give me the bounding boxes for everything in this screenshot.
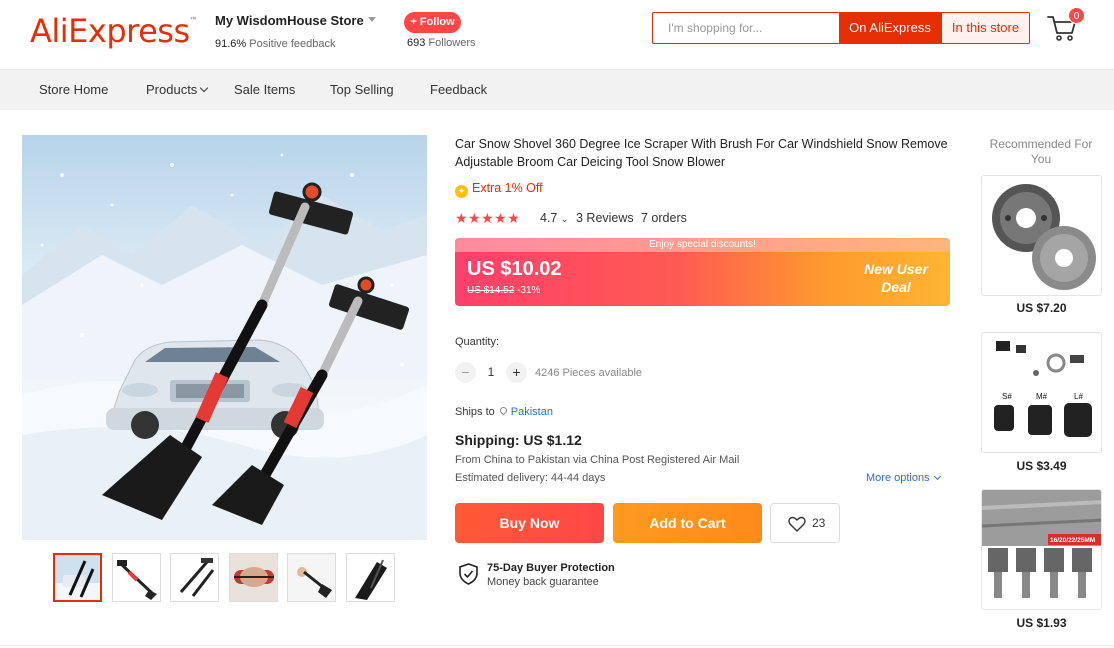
wishlist-count: 23: [812, 516, 826, 530]
size-badge: 16/20/22/25MM: [1050, 537, 1096, 544]
followers-label: Followers: [428, 37, 476, 49]
thumbnail-2[interactable]: [112, 553, 161, 602]
original-price: US $14.52 -31%: [467, 285, 540, 296]
reviews-link[interactable]: 3 Reviews: [576, 211, 634, 225]
search-in-store-button[interactable]: In this store: [941, 12, 1030, 44]
extra-discount-label: Extra 1% Off: [472, 181, 543, 195]
product-photo: [22, 153, 427, 540]
quantity-increase-button[interactable]: +: [506, 362, 527, 383]
store-feedback: 91.6% Positive feedback: [215, 38, 335, 50]
socket-set-icon: S# M# L#: [994, 341, 1092, 437]
search-on-aliexpress-button[interactable]: On AliExpress: [839, 12, 941, 44]
cart-count-badge: 0: [1068, 7, 1085, 24]
nav-products-label: Products: [146, 82, 198, 97]
svg-text:M#: M#: [1036, 392, 1048, 401]
buyer-protection-subtitle: Money back guarantee: [487, 576, 599, 588]
follow-button[interactable]: + Follow: [404, 12, 461, 33]
nav-store-home[interactable]: Store Home: [39, 82, 108, 97]
current-price: US $10.02: [467, 258, 562, 280]
logo-text: AliExpress: [30, 12, 190, 50]
nav-feedback[interactable]: Feedback: [430, 82, 487, 97]
rating-stars: ★★★★★: [455, 210, 521, 226]
thumbnail-image: [230, 554, 277, 601]
followers-count: 693: [407, 37, 426, 49]
available-stock: 4246 Pieces available: [535, 367, 643, 379]
new-user-deal-badge: New User Deal: [856, 260, 936, 296]
more-shipping-options[interactable]: More options: [866, 472, 941, 484]
buyer-protection-title: 75-Day Buyer Protection: [487, 562, 615, 574]
more-options-label: More options: [866, 472, 930, 484]
price-banner: Enjoy special discounts!: [455, 238, 950, 252]
thumbnail-3[interactable]: [170, 553, 219, 602]
quantity-input[interactable]: 1: [484, 365, 498, 379]
recommended-item-1[interactable]: [981, 175, 1102, 296]
location-pin-icon: [498, 405, 509, 416]
thumbnail-image: [288, 554, 335, 601]
chevron-down-icon: [200, 83, 209, 93]
extra-discount[interactable]: ✦ Extra 1% Off: [455, 181, 543, 198]
rating-value[interactable]: 4.7 ⌄: [540, 211, 569, 225]
quantity-decrease-button[interactable]: −: [455, 362, 476, 383]
heart-icon: [788, 516, 806, 532]
nav-sale-items[interactable]: Sale Items: [234, 82, 295, 97]
quantity-label: Quantity:: [455, 336, 500, 348]
chevron-down-icon: ⌄: [560, 214, 569, 225]
ships-to-label: Ships to: [455, 406, 495, 418]
recommended-price-3: US $1.93: [1016, 616, 1067, 630]
ships-to-country[interactable]: Pakistan: [511, 406, 553, 418]
discount-percent: -31%: [517, 285, 541, 296]
orders-count: 7 orders: [641, 211, 687, 225]
add-to-cart-button[interactable]: Add to Cart: [613, 503, 762, 543]
thumbnail-1[interactable]: [53, 553, 102, 602]
recommended-price-2: US $3.49: [1016, 459, 1067, 473]
price-panel: Enjoy special discounts! US $10.02 US $1…: [455, 238, 950, 306]
thumbnail-image: [55, 555, 100, 600]
ships-to: Ships to Pakistan: [455, 405, 553, 418]
search-input[interactable]: I'm shopping for...: [652, 12, 839, 44]
divider: [0, 645, 1114, 646]
store-name[interactable]: My WisdomHouse Store: [215, 13, 364, 28]
nav-top-selling[interactable]: Top Selling: [330, 82, 394, 97]
recommended-item-3[interactable]: 16/20/22/25MM: [981, 489, 1102, 610]
nav-products[interactable]: Products: [146, 82, 209, 97]
feedback-percent: 91.6%: [215, 38, 247, 50]
thumbnail-image: [113, 554, 160, 601]
deal-line-1: New User: [864, 261, 928, 277]
rating-number: 4.7: [540, 211, 558, 225]
grinder-nut-icon: [992, 184, 1096, 290]
thumbnail-4[interactable]: [229, 553, 278, 602]
shield-icon: [459, 563, 478, 585]
shipping-route: From China to Pakistan via China Post Re…: [455, 454, 740, 466]
coin-icon: ✦: [455, 185, 468, 198]
svg-text:L#: L#: [1074, 392, 1083, 401]
thumbnail-image: [347, 554, 394, 601]
feedback-label: Positive feedback: [249, 38, 336, 50]
site-header: AliExpress™ My WisdomHouse Store 91.6% P…: [0, 0, 1114, 68]
wishlist-button[interactable]: 23: [770, 503, 840, 543]
aliexpress-logo[interactable]: AliExpress™: [30, 12, 198, 50]
svg-text:S#: S#: [1002, 392, 1012, 401]
deal-line-2: Deal: [881, 279, 911, 295]
shipping-cost: Shipping: US $1.12: [455, 432, 582, 448]
main-product-image[interactable]: [22, 135, 427, 540]
recommended-title: Recommended For You: [989, 137, 1093, 166]
followers: 693 Followers: [407, 37, 476, 49]
chevron-down-icon[interactable]: [368, 17, 376, 22]
thumbnail-5[interactable]: [287, 553, 336, 602]
recommended-item-2[interactable]: S# M# L#: [981, 332, 1102, 453]
estimated-delivery: Estimated delivery: 44-44 days: [455, 472, 606, 484]
chevron-down-icon: [933, 472, 941, 481]
thumbnail-6[interactable]: [346, 553, 395, 602]
recommended-price-1: US $7.20: [1016, 301, 1067, 315]
old-price: US $14.52: [467, 285, 515, 296]
thumbnail-image: [171, 554, 218, 601]
buy-now-button[interactable]: Buy Now: [455, 503, 604, 543]
drill-bits-icon: [982, 490, 1101, 598]
product-title: Car Snow Shovel 360 Degree Ice Scraper W…: [455, 137, 948, 169]
store-nav: Store Home Products Sale Items Top Selli…: [0, 69, 1114, 110]
